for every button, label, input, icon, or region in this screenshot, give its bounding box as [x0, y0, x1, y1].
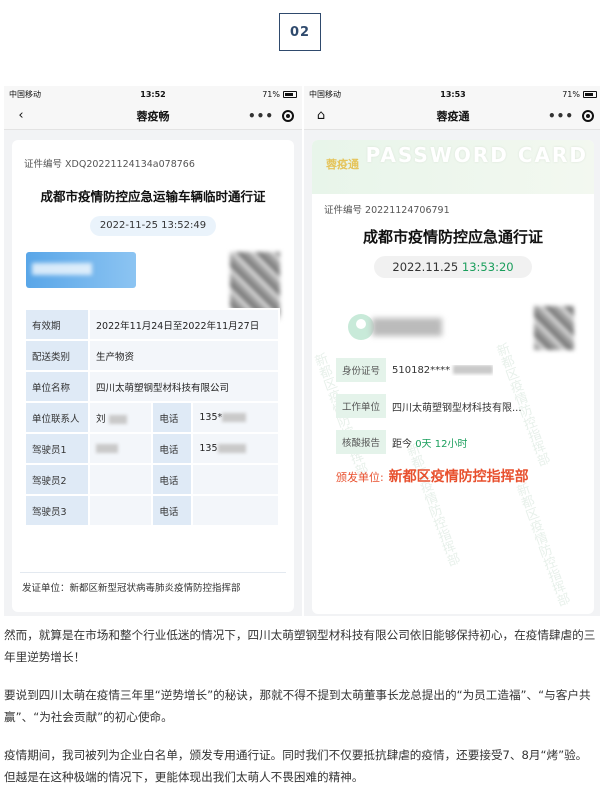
close-miniprogram-icon[interactable] [582, 109, 594, 122]
pass-title: 成都市疫情防控应急通行证 [362, 228, 543, 246]
row-value: 四川太萌塑钢型材科技有限公司 [88, 370, 280, 403]
avatar-icon [348, 314, 374, 340]
row-value [87, 432, 154, 465]
pass-title: 成都市疫情防控应急运输车辆临时通行证 [40, 189, 266, 204]
row-value-2 [191, 463, 280, 496]
id-label: 身份证号 [336, 358, 386, 382]
test-days: 0天 [415, 438, 432, 450]
table-row: 有效期 2022年11月24日至2022年11月27日 [24, 308, 280, 341]
row-value-2 [191, 494, 280, 527]
row-label-2: 电话 [151, 463, 194, 496]
id-value: 510182**** [386, 364, 494, 376]
home-icon[interactable]: ⌂ [312, 108, 330, 123]
pass-date: 2022.11.25 [392, 260, 459, 274]
close-miniprogram-icon[interactable] [282, 109, 294, 122]
issuer-block: 颁发单位: 新都区疫情防控指挥部 [336, 466, 566, 489]
battery-icon [583, 90, 597, 98]
paragraph: 疫情期间，我司被列为企业白名单，颁发专用通行证。同时我们不仅要抵抗肆虐的疫情，还… [4, 748, 588, 784]
table-row: 驾驶员2 电话 [24, 463, 280, 496]
redacted-qr-code [534, 306, 574, 350]
issuer-value: 新都区疫情防控指挥部 [388, 469, 529, 485]
row-label: 配送类别 [24, 339, 90, 372]
issuer-label: 颁发单位: [336, 471, 384, 484]
test-value: 距今 0天 12小时 [386, 435, 467, 450]
test-prefix: 距今 [392, 438, 412, 450]
certificate-number: 证件编号 XDQ20221124134a078766 [24, 159, 195, 170]
more-menu-icon[interactable]: ••• [248, 109, 274, 123]
row-value-2: 135 [191, 432, 280, 465]
status-bar: 中国移动 13:53 71% [304, 86, 600, 102]
test-label: 核酸报告 [336, 430, 386, 454]
redacted-text [96, 444, 118, 453]
table-row: 驾驶员1 电话 135 [24, 432, 280, 465]
table-row: 配送类别 生产物资 [24, 339, 280, 372]
row-label-2: 电话 [151, 432, 194, 465]
pass-info-table: 有效期 2022年11月24日至2022年11月27日 配送类别 生产物资 单位… [24, 308, 280, 527]
status-time: 13:53 [440, 89, 466, 99]
redacted-text [222, 413, 247, 422]
row-label: 驾驶员2 [24, 463, 90, 496]
row-value-2: 135* [191, 401, 280, 434]
pass-datetime: 2022-11-25 13:52:49 [90, 216, 216, 236]
row-value: 刘 [87, 401, 154, 434]
watermark: 新都区疫情防控指挥部 [402, 441, 461, 569]
work-value: 四川太萌塑钢型材科技有限... [392, 402, 522, 414]
personal-pass-card: 蓉疫通 PASSWORD CARD 新都区疫情防控指挥部 新都区疫情防控指挥部 … [312, 140, 594, 614]
nav-bar: ⌂ 蓉疫通 ••• [304, 102, 600, 130]
redacted-text [453, 365, 494, 374]
app-tag: 蓉疫通 [326, 158, 359, 171]
redacted-name [372, 318, 442, 336]
certificate-number: 证件编号 20221124706791 [324, 205, 450, 216]
row-label-2: 电话 [151, 494, 194, 527]
row-value: 2022年11月24日至2022年11月27日 [88, 308, 280, 341]
id-number: 510182**** [392, 364, 451, 376]
table-row: 单位联系人 刘 电话 135* [24, 401, 280, 434]
table-row: 驾驶员3 电话 [24, 494, 280, 527]
paragraph: 要说到四川太萌在疫情三年里“逆势增长”的秘诀，那就不得不提到太萌董事长龙总提出的… [4, 688, 591, 724]
battery-icon [283, 90, 297, 98]
redacted-text [108, 414, 127, 424]
row-label: 驾驶员1 [24, 432, 90, 465]
watermark: 新都区疫情防控指挥部 [512, 481, 571, 609]
divider [20, 572, 286, 573]
phone-number: 135* [199, 412, 223, 423]
contact-name: 刘 [96, 413, 106, 425]
nav-bar: ‹ 蓉疫畅 ••• [4, 102, 302, 130]
row-label: 有效期 [24, 308, 90, 341]
issuer-text: 发证单位：新都区新型冠状病毒肺炎疫情防控指挥部 [22, 583, 241, 594]
row-label: 驾驶员3 [24, 494, 90, 527]
test-hours: 12小时 [434, 438, 468, 450]
row-value [87, 463, 154, 496]
pass-datetime: 2022.11.25 13:53:20 [374, 256, 532, 278]
phone-number: 135 [199, 443, 218, 454]
row-value [87, 494, 154, 527]
redacted-text [217, 444, 246, 453]
pass-time: 13:53:20 [461, 260, 514, 274]
row-label-2: 电话 [151, 401, 194, 434]
row-value: 生产物资 [88, 339, 280, 372]
vehicle-pass-card: 证件编号 XDQ20221124134a078766 成都市疫情防控应急运输车辆… [12, 140, 294, 612]
id-row: 身份证号 510182**** [336, 358, 570, 382]
row-label: 单位联系人 [24, 401, 90, 434]
paragraph: 然而，就算是在市场和整个行业低迷的情况下，四川太萌塑钢型材科技有限公司依旧能够保… [4, 628, 596, 664]
status-bar: 中国移动 13:52 71% [4, 86, 302, 102]
more-menu-icon[interactable]: ••• [548, 109, 574, 123]
left-phone-screenshot: 中国移动 13:52 71% ‹ 蓉疫畅 ••• 证件编号 XDQ2022112… [4, 86, 302, 616]
row-label: 单位名称 [24, 370, 90, 403]
status-time: 13:52 [140, 89, 166, 99]
test-row: 核酸报告 距今 0天 12小时 [336, 430, 570, 454]
work-label: 工作单位 [336, 394, 386, 418]
work-row: 工作单位 四川太萌塑钢型材科技有限... [336, 394, 570, 418]
table-row: 单位名称 四川太萌塑钢型材科技有限公司 [24, 370, 280, 403]
back-arrow-icon[interactable]: ‹ [12, 108, 30, 123]
right-phone-screenshot: 中国移动 13:53 71% ⌂ 蓉疫通 ••• 蓉疫通 PASSWORD CA… [304, 86, 600, 616]
card-brand: PASSWORD CARD [365, 143, 588, 167]
section-number: 02 [279, 13, 321, 51]
redacted-plate [32, 263, 92, 275]
